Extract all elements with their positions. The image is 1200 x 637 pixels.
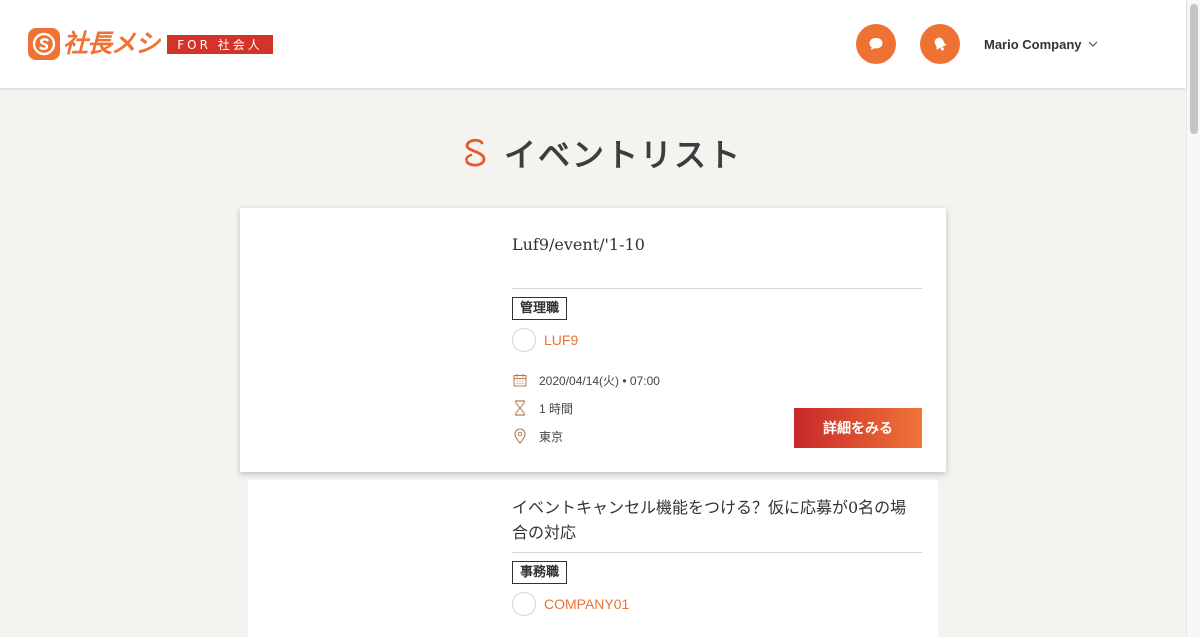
page-heading: イベントリスト (504, 136, 743, 174)
event-title[interactable]: Luf9/event/'1-10 (512, 232, 922, 257)
company-name: Mario Company (984, 36, 1082, 52)
event-datetime: 2020/04/14(火) • 07:00 (539, 373, 660, 388)
chat-bubble-icon (869, 38, 883, 50)
event-datetime-row: 2020/04/14(火) • 07:00 (512, 371, 922, 389)
notification-button[interactable] (920, 24, 960, 64)
page-scrollbar[interactable] (1186, 0, 1200, 637)
event-duration: 1 時間 (539, 401, 574, 416)
view-details-button[interactable]: 詳細をみる (794, 408, 922, 448)
logo-badge: FOR 社会人 (167, 35, 274, 54)
bell-icon (934, 37, 947, 51)
scrollbar-thumb[interactable] (1190, 4, 1198, 134)
page-title: イベントリスト (462, 130, 742, 176)
top-header: 社長メシ FOR 社会人 Mario Company (0, 0, 1186, 88)
company-avatar (512, 592, 536, 616)
job-category-tag: 事務職 (512, 561, 568, 584)
chat-button[interactable] (856, 24, 896, 64)
chevron-down-icon (1088, 41, 1097, 47)
event-company[interactable]: COMPANY01 (512, 592, 922, 616)
company-link[interactable]: COMPANY01 (544, 596, 629, 612)
logo-text: 社長メシ (63, 29, 160, 58)
event-location: 東京 (539, 429, 564, 444)
company-menu[interactable]: Mario Company (984, 34, 1098, 54)
event-company[interactable]: LUF9 (512, 328, 922, 352)
company-avatar (512, 328, 536, 352)
location-pin-icon (512, 428, 528, 444)
calendar-icon (512, 372, 528, 388)
job-category-tag: 管理職 (512, 297, 568, 320)
event-divider (512, 552, 922, 553)
logo-s-icon (28, 28, 60, 60)
hourglass-icon (512, 400, 528, 416)
event-title[interactable]: イベントキャンセル機能をつける？仮に応募が0名の場合の対応 (512, 495, 922, 545)
brand-s-icon (465, 138, 486, 167)
event-divider (512, 288, 922, 289)
site-logo[interactable]: 社長メシ FOR 社会人 (28, 28, 274, 60)
company-link[interactable]: LUF9 (544, 332, 578, 348)
event-card[interactable]: イベントキャンセル機能をつける？仮に応募が0名の場合の対応 事務職 COMPAN… (248, 480, 938, 637)
event-card[interactable]: Luf9/event/'1-10 管理職 LUF9 2020/04/14(火) … (240, 208, 946, 472)
